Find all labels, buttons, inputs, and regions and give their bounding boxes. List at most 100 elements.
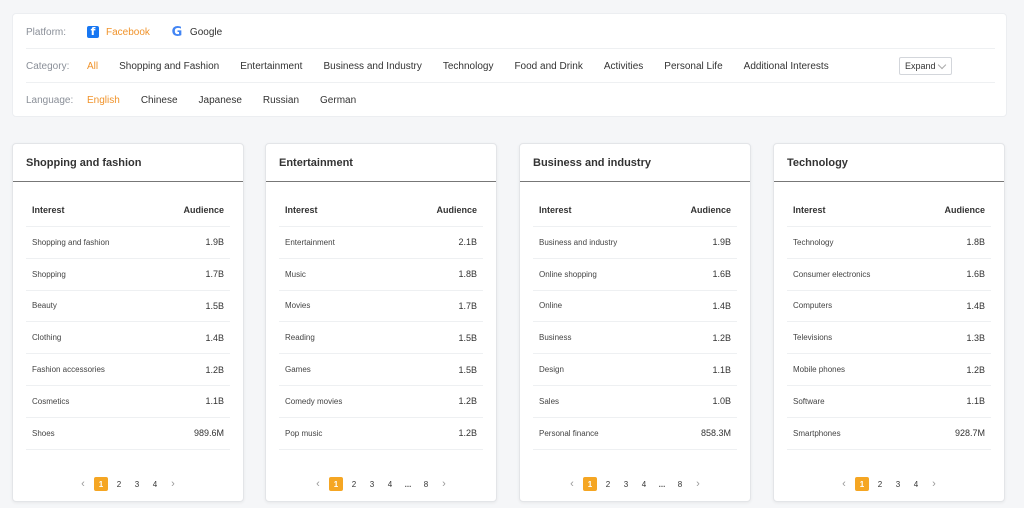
interest-name: Beauty — [32, 301, 57, 311]
page-button-4[interactable]: 4 — [148, 477, 162, 491]
table-row[interactable]: Fashion accessories 1.2B — [26, 354, 230, 386]
page-button-4[interactable]: 4 — [909, 477, 923, 491]
table-row[interactable]: Shopping 1.7B — [26, 259, 230, 291]
next-page-icon[interactable]: › — [437, 477, 451, 491]
page-button-8[interactable]: 8 — [419, 477, 433, 491]
table-row[interactable]: Online 1.4B — [533, 291, 737, 323]
prev-page-icon[interactable]: ‹ — [311, 477, 325, 491]
table-row[interactable]: Pop music 1.2B — [279, 418, 483, 450]
table-row[interactable]: Smartphones 928.7M — [787, 418, 991, 450]
category-option-activities[interactable]: Activities — [604, 61, 643, 72]
interest-name: Fashion accessories — [32, 365, 105, 375]
table-row[interactable]: Music 1.8B — [279, 259, 483, 291]
table-row[interactable]: Sales 1.0B — [533, 386, 737, 418]
platform-option-facebook[interactable]: f Facebook — [87, 26, 150, 38]
language-filter-row: Language: English Chinese Japanese Russian G… — [26, 83, 377, 117]
page-button-2[interactable]: 2 — [112, 477, 126, 491]
audience-value: 1.6B — [712, 269, 731, 280]
filter-panel: Platform: f Facebook G Google Category: … — [12, 13, 1007, 117]
audience-value: 1.2B — [458, 428, 477, 439]
table-row[interactable]: Business 1.2B — [533, 322, 737, 355]
table-row[interactable]: Mobile phones 1.2B — [787, 354, 991, 386]
interest-name: Entertainment — [285, 237, 335, 247]
page-button-3[interactable]: 3 — [365, 477, 379, 491]
prev-page-icon[interactable]: ‹ — [837, 477, 851, 491]
table-row[interactable]: Shopping and fashion 1.9B — [26, 227, 230, 259]
prev-page-icon[interactable]: ‹ — [565, 477, 579, 491]
interest-column-header: Interest — [539, 205, 572, 215]
pagination-ellipsis[interactable]: ... — [401, 477, 415, 491]
table-header: Interest Audience — [787, 194, 991, 227]
category-option-additional-interests[interactable]: Additional Interests — [744, 61, 829, 72]
platform-option-google[interactable]: G Google — [171, 25, 223, 40]
table-row[interactable]: Design 1.1B — [533, 354, 737, 386]
table-row[interactable]: Reading 1.5B — [279, 322, 483, 355]
language-option-chinese[interactable]: Chinese — [141, 95, 178, 106]
audience-value: 1.2B — [205, 364, 224, 375]
category-option-personal-life[interactable]: Personal Life — [664, 61, 722, 72]
interest-name: Software — [793, 396, 825, 406]
audience-value: 1.1B — [966, 396, 985, 407]
audience-value: 928.7M — [954, 428, 985, 439]
category-option-technology[interactable]: Technology — [443, 61, 494, 72]
table-row[interactable]: Clothing 1.4B — [26, 322, 230, 355]
platform-filter-row: Platform: f Facebook G Google — [26, 15, 243, 49]
language-option-japanese[interactable]: Japanese — [199, 95, 242, 106]
table-row[interactable]: Personal finance 858.3M — [533, 418, 737, 450]
category-option-food-and-drink[interactable]: Food and Drink — [514, 61, 582, 72]
next-page-icon[interactable]: › — [166, 477, 180, 491]
interest-name: Technology — [793, 237, 834, 247]
table-row[interactable]: Online shopping 1.6B — [533, 259, 737, 291]
table-row[interactable]: Comedy movies 1.2B — [279, 386, 483, 418]
page-button-1[interactable]: 1 — [94, 477, 108, 491]
table-row[interactable]: Shoes 989.6M — [26, 418, 230, 450]
page-button-3[interactable]: 3 — [619, 477, 633, 491]
page-button-4[interactable]: 4 — [637, 477, 651, 491]
interest-name: Online shopping — [539, 269, 597, 279]
table-row[interactable]: Movies 1.7B — [279, 291, 483, 323]
table-row[interactable]: Business and industry 1.9B — [533, 227, 737, 259]
page-button-2[interactable]: 2 — [873, 477, 887, 491]
page-button-3[interactable]: 3 — [891, 477, 905, 491]
audience-value: 1.7B — [205, 269, 224, 280]
audience-value: 989.6M — [193, 428, 224, 439]
interest-name: Comedy movies — [285, 396, 343, 406]
page-button-1[interactable]: 1 — [329, 477, 343, 491]
language-option-german[interactable]: German — [320, 95, 356, 106]
category-option-business-and-industry[interactable]: Business and Industry — [323, 61, 421, 72]
audience-value: 1.5B — [458, 364, 477, 375]
audience-value: 1.9B — [205, 237, 224, 248]
table-row[interactable]: Cosmetics 1.1B — [26, 386, 230, 418]
prev-page-icon[interactable]: ‹ — [76, 477, 90, 491]
platform-option-label: Google — [189, 26, 223, 38]
table-row[interactable]: Software 1.1B — [787, 386, 991, 418]
category-option-shopping-and-fashion[interactable]: Shopping and Fashion — [119, 61, 219, 72]
table-row[interactable]: Beauty 1.5B — [26, 291, 230, 323]
table-row[interactable]: Computers 1.4B — [787, 291, 991, 323]
chevron-down-icon — [937, 60, 947, 70]
language-option-english[interactable]: English — [87, 95, 120, 106]
audience-value: 1.9B — [712, 237, 731, 248]
interest-name: Clothing — [32, 333, 62, 343]
page-button-1[interactable]: 1 — [583, 477, 597, 491]
table-row[interactable]: Entertainment 2.1B — [279, 227, 483, 259]
page-button-3[interactable]: 3 — [130, 477, 144, 491]
page-button-2[interactable]: 2 — [601, 477, 615, 491]
page-button-8[interactable]: 8 — [673, 477, 687, 491]
page-button-1[interactable]: 1 — [855, 477, 869, 491]
page-button-4[interactable]: 4 — [383, 477, 397, 491]
category-option-entertainment[interactable]: Entertainment — [240, 61, 302, 72]
table-row[interactable]: Games 1.5B — [279, 354, 483, 386]
table-row[interactable]: Consumer electronics 1.6B — [787, 259, 991, 291]
next-page-icon[interactable]: › — [927, 477, 941, 491]
category-option-all[interactable]: All — [87, 61, 98, 72]
page-button-2[interactable]: 2 — [347, 477, 361, 491]
language-option-russian[interactable]: Russian — [263, 95, 299, 106]
table-row[interactable]: Televisions 1.3B — [787, 322, 991, 355]
card-title: Shopping and fashion — [13, 144, 243, 182]
interest-name: Reading — [285, 333, 315, 343]
expand-dropdown[interactable]: Expand — [899, 57, 952, 75]
pagination-ellipsis[interactable]: ... — [655, 477, 669, 491]
table-row[interactable]: Technology 1.8B — [787, 227, 991, 259]
next-page-icon[interactable]: › — [691, 477, 705, 491]
